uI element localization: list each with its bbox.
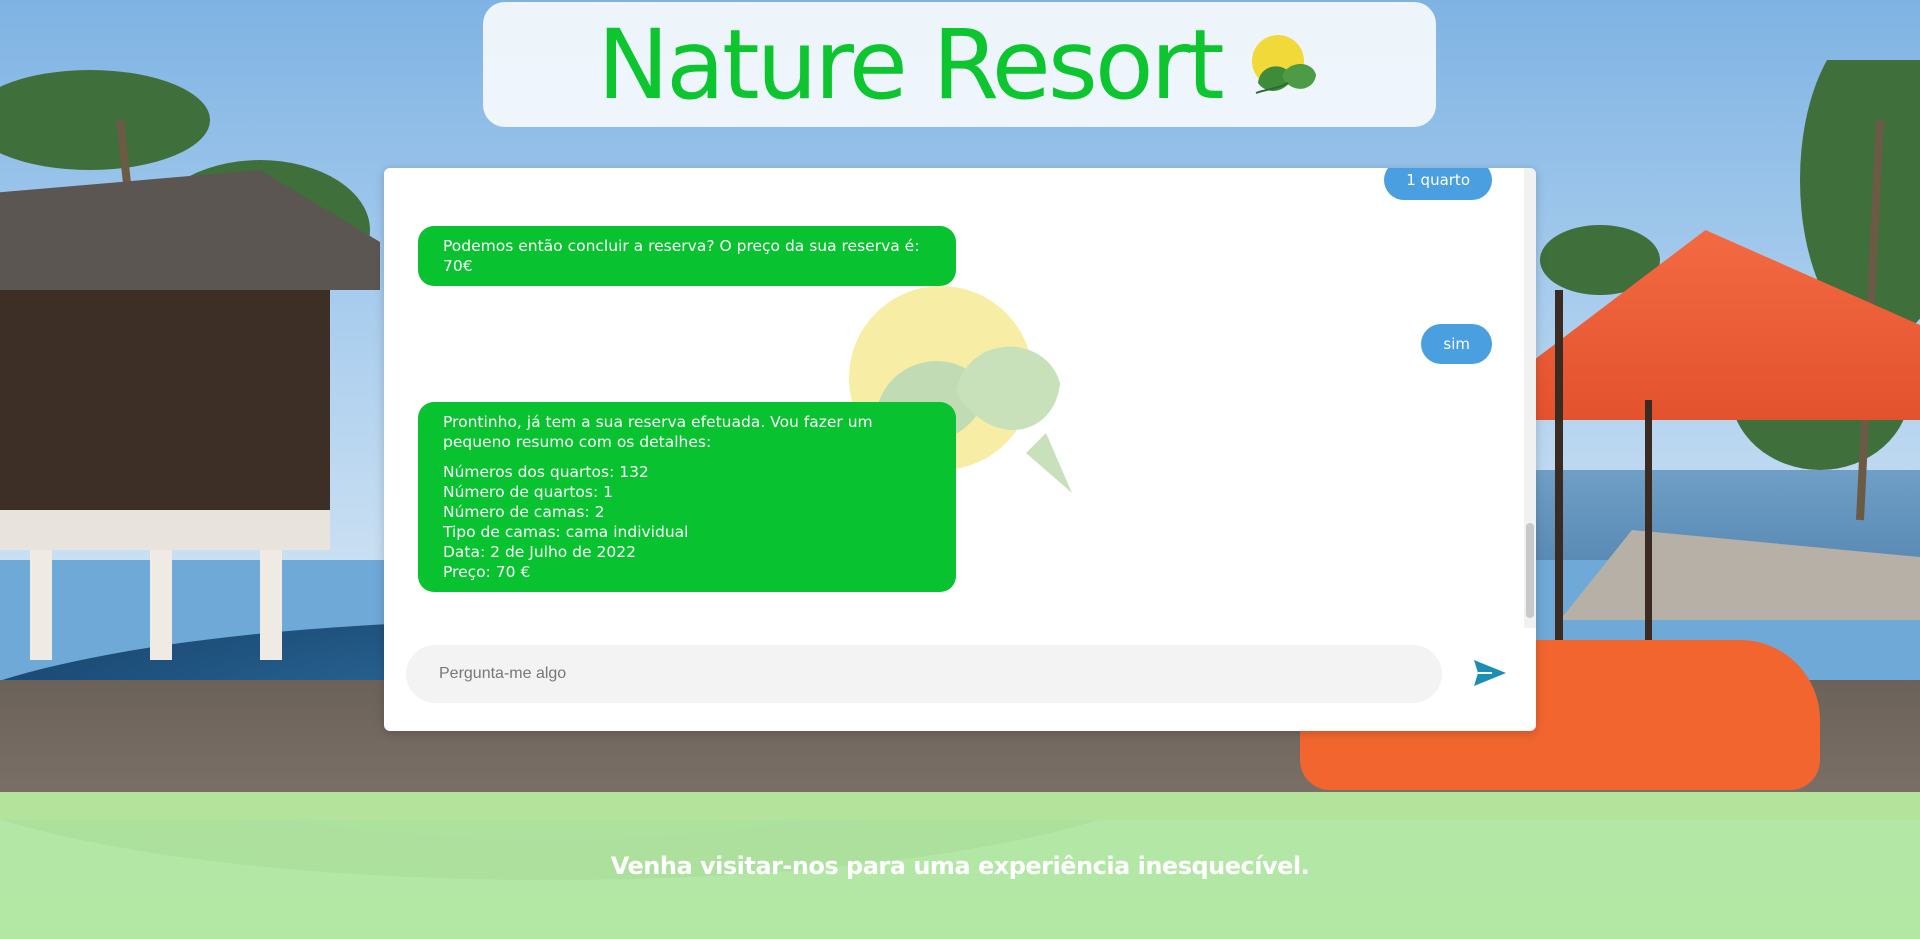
- sun-leaf-icon: [1251, 34, 1316, 94]
- message-text: Data: 2 de Julho de 2022: [443, 543, 636, 561]
- message-text: Podemos então concluir a reserva? O preç…: [443, 237, 920, 275]
- bot-message: Prontinho, já tem a sua reserva efetuada…: [418, 402, 956, 592]
- message-text: Número de quartos: 1: [443, 483, 613, 501]
- message-text: Prontinho, já tem a sua reserva efetuada…: [443, 413, 873, 451]
- background-pavilion: [0, 290, 330, 520]
- message-paragraph: Prontinho, já tem a sua reserva efetuada…: [443, 412, 932, 452]
- background-pillar: [150, 550, 172, 660]
- user-message: sim: [1421, 324, 1492, 364]
- message-paragraph: Podemos então concluir a reserva? O preç…: [443, 236, 932, 276]
- user-message: 1 quarto: [1384, 168, 1492, 200]
- scrollbar-thumb[interactable]: [1526, 523, 1534, 618]
- background-pavilion-floor: [0, 510, 330, 550]
- message-text: Preço: 70 €: [443, 563, 531, 581]
- site-title: Nature Resort: [597, 8, 1224, 121]
- site-footer: Venha visitar-nos para uma experiência i…: [0, 792, 1920, 939]
- send-arrow-icon: [1474, 659, 1506, 686]
- message-text: Tipo de camas: cama individual: [443, 523, 689, 541]
- background-pillar: [260, 550, 282, 660]
- chat-panel: 1 quarto Podemos então concluir a reserv…: [384, 168, 1536, 731]
- chat-input[interactable]: [406, 645, 1442, 703]
- site-header: Nature Resort: [483, 2, 1436, 127]
- bot-message: Podemos então concluir a reserva? O preç…: [418, 226, 956, 286]
- message-list[interactable]: 1 quarto Podemos então concluir a reserv…: [384, 168, 1524, 628]
- message-text: 1 quarto: [1406, 171, 1470, 189]
- message-text: Números dos quartos: 132: [443, 463, 649, 481]
- message-text: sim: [1443, 335, 1470, 353]
- send-button[interactable]: [1470, 656, 1510, 692]
- message-text: Número de camas: 2: [443, 503, 605, 521]
- message-paragraph: Números dos quartos: 132 Número de quart…: [443, 462, 932, 582]
- background-pillar: [30, 550, 52, 660]
- message-scrollbar[interactable]: [1524, 168, 1536, 628]
- footer-tagline: Venha visitar-nos para uma experiência i…: [610, 851, 1310, 880]
- chat-input-row: [406, 645, 1516, 703]
